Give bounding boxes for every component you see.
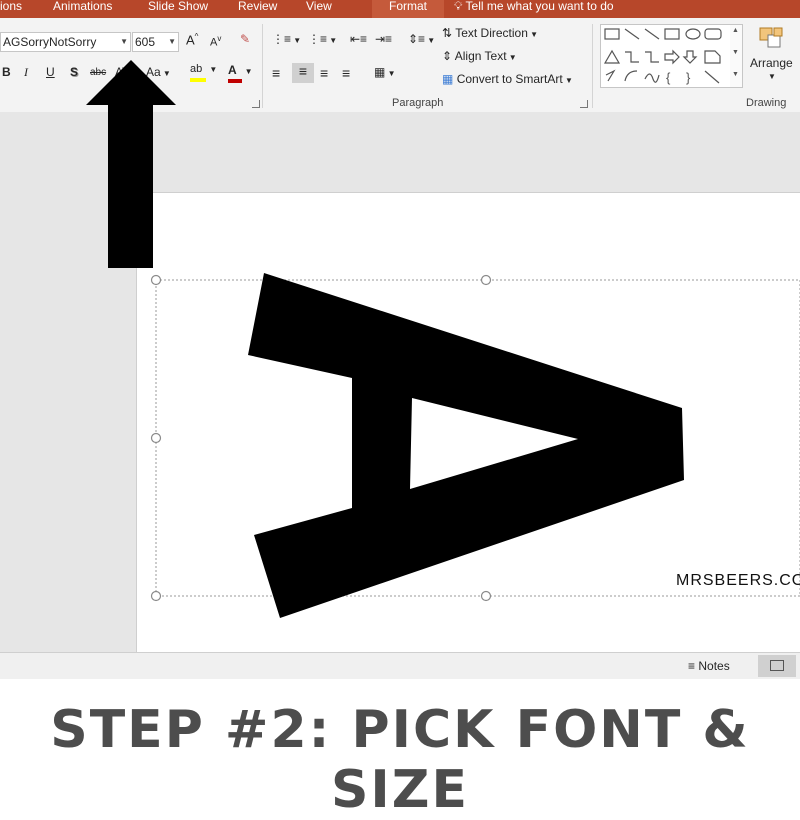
notes-label: Notes — [698, 659, 730, 673]
notes-button[interactable]: ≡ Notes — [688, 659, 730, 673]
letter-shape-layer — [86, 60, 800, 618]
watermark-text: MRSBEERS.COM — [676, 572, 800, 589]
status-bar: ≡ Notes — [0, 652, 800, 679]
resize-handle-top[interactable] — [480, 274, 492, 286]
resize-handle-top-left[interactable] — [150, 274, 162, 286]
normal-view-button[interactable] — [758, 655, 796, 677]
normal-view-icon — [770, 660, 784, 671]
step-caption: STEP #2: PICK FONT & SIZE — [50, 700, 750, 820]
up-arrow-annotation-icon — [86, 60, 176, 268]
resize-handle-bottom[interactable] — [480, 590, 492, 602]
notes-icon: ≡ — [688, 659, 696, 673]
resize-handle-bottom-left[interactable] — [150, 590, 162, 602]
resize-handle-left[interactable] — [150, 432, 162, 444]
letter-a-glyph[interactable] — [248, 273, 684, 618]
